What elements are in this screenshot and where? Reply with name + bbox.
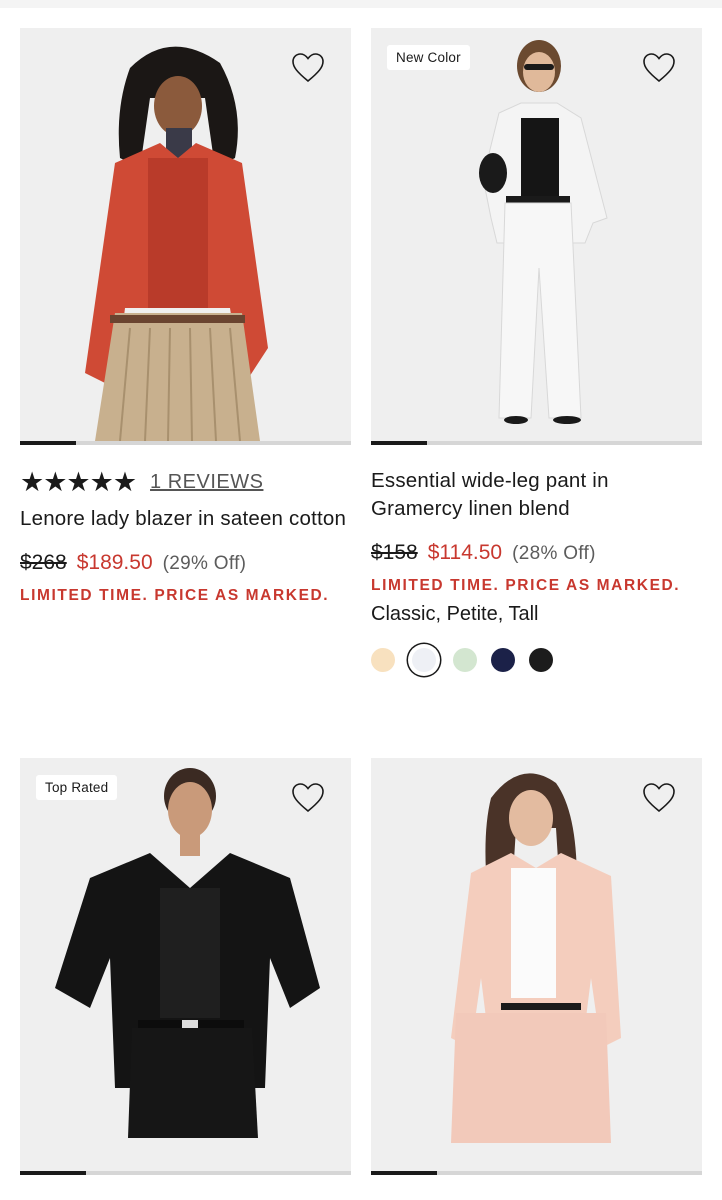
model-white-suit-image [371, 28, 702, 441]
image-carousel-progress [20, 441, 351, 445]
original-price: $268 [20, 551, 67, 574]
product-name[interactable]: Lenore lady blazer in sateen cotton [20, 505, 351, 533]
price-row: $268 $189.50 (29% Off) [20, 551, 351, 575]
sale-price: $189.50 [76, 551, 153, 574]
image-carousel-progress [371, 441, 702, 445]
top-bar [0, 0, 722, 8]
product-image[interactable]: Top Rated [20, 758, 351, 1171]
promo-text: LIMITED TIME. PRICE AS MARKED. [20, 587, 330, 604]
product-image[interactable] [20, 28, 351, 441]
sale-price: $114.50 [427, 541, 503, 564]
color-swatch[interactable] [453, 648, 477, 672]
heart-outline-icon[interactable] [291, 52, 325, 84]
image-carousel-progress-fill [371, 441, 428, 445]
original-price: $158 [371, 541, 418, 564]
product-card-pink-blazer[interactable] [371, 758, 702, 1175]
color-swatch[interactable] [491, 648, 515, 672]
color-swatch[interactable] [371, 648, 395, 672]
heart-outline-icon[interactable] [291, 782, 325, 814]
heart-outline-icon[interactable] [642, 52, 676, 84]
available-fits: Classic, Petite, Tall [371, 603, 539, 625]
product-info: ★★★★★ 1 REVIEWS Lenore lady blazer in sa… [20, 445, 351, 605]
model-black-blazer-image [20, 758, 351, 1171]
product-card-black-blazer[interactable]: Top Rated [20, 758, 351, 1175]
image-carousel-progress-fill [20, 441, 77, 445]
color-swatch[interactable] [412, 648, 436, 672]
rating-stars: ★★★★★ [20, 466, 137, 498]
image-carousel-progress [371, 1171, 702, 1175]
color-swatches [371, 648, 702, 672]
promo-text: LIMITED TIME. PRICE AS MARKED. [371, 577, 681, 594]
color-swatch[interactable] [529, 648, 553, 672]
product-name[interactable]: Essential wide-leg pant in Gramercy line… [371, 467, 702, 523]
model-red-blazer-image [20, 28, 351, 441]
discount-percent: (29% Off) [162, 553, 247, 574]
model-pink-blazer-image [371, 758, 702, 1171]
product-image[interactable] [371, 758, 702, 1171]
product-card-lenore-blazer[interactable]: ★★★★★ 1 REVIEWS Lenore lady blazer in sa… [20, 28, 351, 605]
product-card-wide-leg-pant[interactable]: New Color Essential wide-leg pant in Gra… [371, 28, 702, 672]
image-carousel-progress-fill [371, 1171, 438, 1175]
discount-percent: (28% Off) [512, 543, 596, 564]
heart-outline-icon[interactable] [642, 782, 676, 814]
product-info: Essential wide-leg pant in Gramercy line… [371, 445, 702, 672]
price-row: $158 $114.50 (28% Off) [371, 541, 702, 565]
top-rated-badge: Top Rated [36, 775, 118, 800]
new-color-badge: New Color [387, 45, 470, 70]
rating-row: ★★★★★ 1 REVIEWS [20, 467, 351, 497]
image-carousel-progress-fill [20, 1171, 87, 1175]
product-image[interactable]: New Color [371, 28, 702, 441]
image-carousel-progress [20, 1171, 351, 1175]
reviews-link[interactable]: 1 REVIEWS [150, 471, 263, 494]
